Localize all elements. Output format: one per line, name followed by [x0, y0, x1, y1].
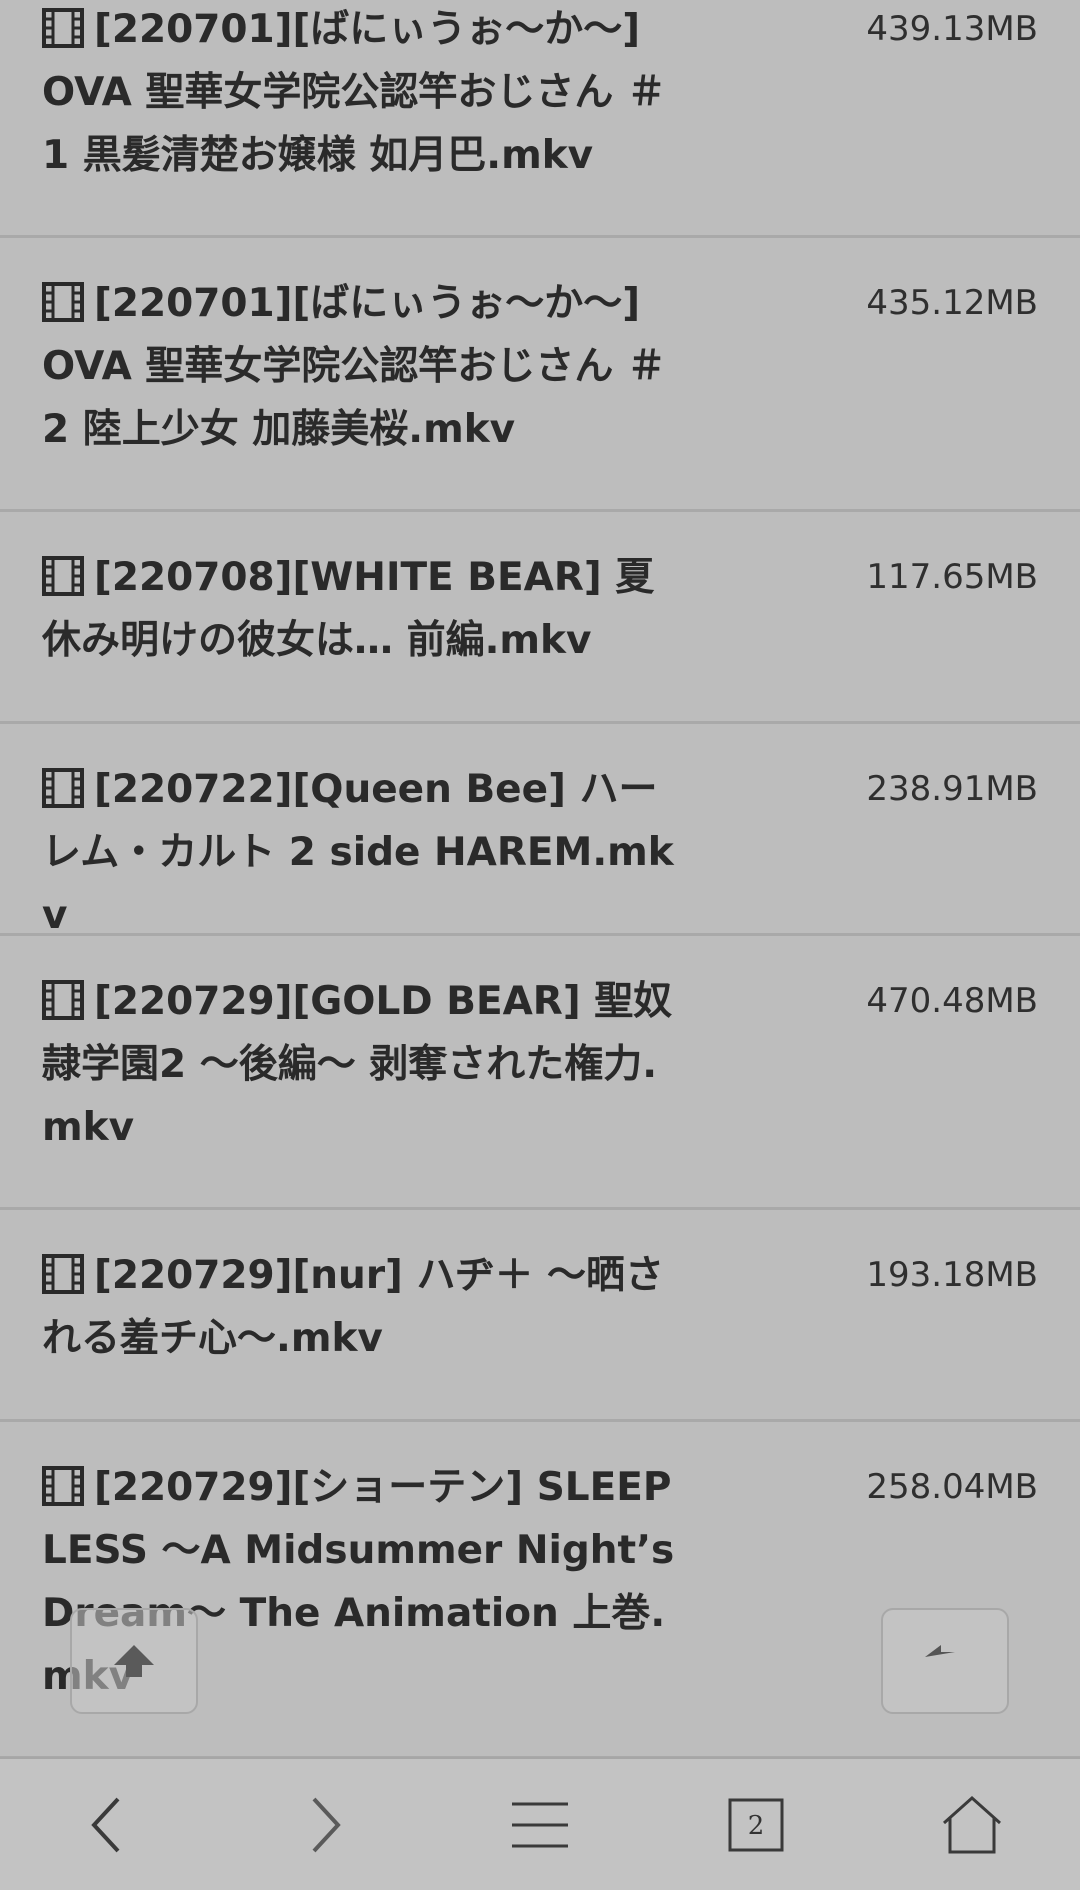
film-icon	[42, 282, 84, 322]
file-name-text: [220701][ばにぃうぉ〜か〜] OVA 聖華女学院公認竿おじさん ＃2 陸…	[42, 281, 666, 452]
file-size: 439.13MB	[866, 9, 1038, 49]
tabs-icon: 2	[728, 1798, 784, 1851]
nav-menu-button[interactable]	[432, 1759, 648, 1890]
file-name[interactable]: [220722][Queen Bee] ハーレム・カルト 2 side HARE…	[42, 758, 682, 947]
hamburger-menu-icon	[512, 1802, 568, 1847]
file-size: 258.04MB	[866, 1467, 1038, 1507]
file-name[interactable]: [220729][GOLD BEAR] 聖奴隷学園2 〜後編〜 剥奪された権力.…	[42, 970, 682, 1159]
file-name-text: [220722][Queen Bee] ハーレム・カルト 2 side HARE…	[42, 767, 674, 938]
arrow-up-icon	[114, 1645, 154, 1677]
bottom-navigation-bar: 2	[0, 1757, 1080, 1890]
film-icon	[42, 1254, 84, 1294]
home-icon	[943, 1795, 1001, 1853]
chevron-right-icon	[312, 1797, 341, 1852]
film-icon	[42, 1466, 84, 1506]
reply-arrow-icon	[925, 1645, 955, 1657]
file-name[interactable]: [220701][ばにぃうぉ〜か〜] OVA 聖華女学院公認竿おじさん ＃2 陸…	[42, 272, 682, 461]
tab-count: 2	[748, 1811, 765, 1841]
file-name-text: [220729][nur] ハヂ＋ 〜晒される羞チ心〜.mkv	[42, 1253, 665, 1361]
file-row[interactable]: [220729][GOLD BEAR] 聖奴隷学園2 〜後編〜 剥奪された権力.…	[0, 936, 1080, 1210]
file-size: 435.12MB	[866, 283, 1038, 323]
scroll-to-top-button[interactable]	[70, 1608, 198, 1714]
file-size: 470.48MB	[866, 981, 1038, 1021]
film-icon	[42, 980, 84, 1020]
file-name-text: [220708][WHITE BEAR] 夏休み明けの彼女は… 前編.mkv	[42, 555, 655, 663]
nav-tabs-button[interactable]: 2	[648, 1759, 864, 1890]
file-row[interactable]: [220708][WHITE BEAR] 夏休み明けの彼女は… 前編.mkv 1…	[0, 512, 1080, 724]
file-row[interactable]: [220701][ばにぃうぉ〜か〜] OVA 聖華女学院公認竿おじさん ＃1 黒…	[0, 0, 1080, 238]
file-size: 117.65MB	[866, 557, 1038, 597]
chevron-left-icon	[91, 1797, 120, 1852]
file-name[interactable]: [220708][WHITE BEAR] 夏休み明けの彼女は… 前編.mkv	[42, 546, 682, 672]
film-icon	[42, 8, 84, 48]
file-row[interactable]: [220722][Queen Bee] ハーレム・カルト 2 side HARE…	[0, 724, 1080, 938]
file-name[interactable]: [220729][nur] ハヂ＋ 〜晒される羞チ心〜.mkv	[42, 1244, 682, 1370]
file-list: [220701][ばにぃうぉ〜か〜] OVA 聖華女学院公認竿おじさん ＃1 黒…	[0, 0, 1080, 1757]
file-name[interactable]: [220701][ばにぃうぉ〜か〜] OVA 聖華女学院公認竿おじさん ＃1 黒…	[42, 0, 682, 187]
back-float-button[interactable]	[881, 1608, 1009, 1714]
nav-home-button[interactable]	[864, 1759, 1080, 1890]
nav-back-button[interactable]	[0, 1759, 216, 1890]
file-name-text: [220729][GOLD BEAR] 聖奴隷学園2 〜後編〜 剥奪された権力.…	[42, 979, 673, 1150]
nav-forward-button[interactable]	[216, 1759, 432, 1890]
file-row[interactable]: [220729][nur] ハヂ＋ 〜晒される羞チ心〜.mkv 193.18MB	[0, 1210, 1080, 1422]
file-size: 193.18MB	[866, 1255, 1038, 1295]
film-icon	[42, 768, 84, 808]
file-size: 238.91MB	[866, 769, 1038, 809]
file-row[interactable]: [220701][ばにぃうぉ〜か〜] OVA 聖華女学院公認竿おじさん ＃2 陸…	[0, 238, 1080, 512]
film-icon	[42, 556, 84, 596]
file-name-text: [220701][ばにぃうぉ〜か〜] OVA 聖華女学院公認竿おじさん ＃1 黒…	[42, 7, 666, 178]
